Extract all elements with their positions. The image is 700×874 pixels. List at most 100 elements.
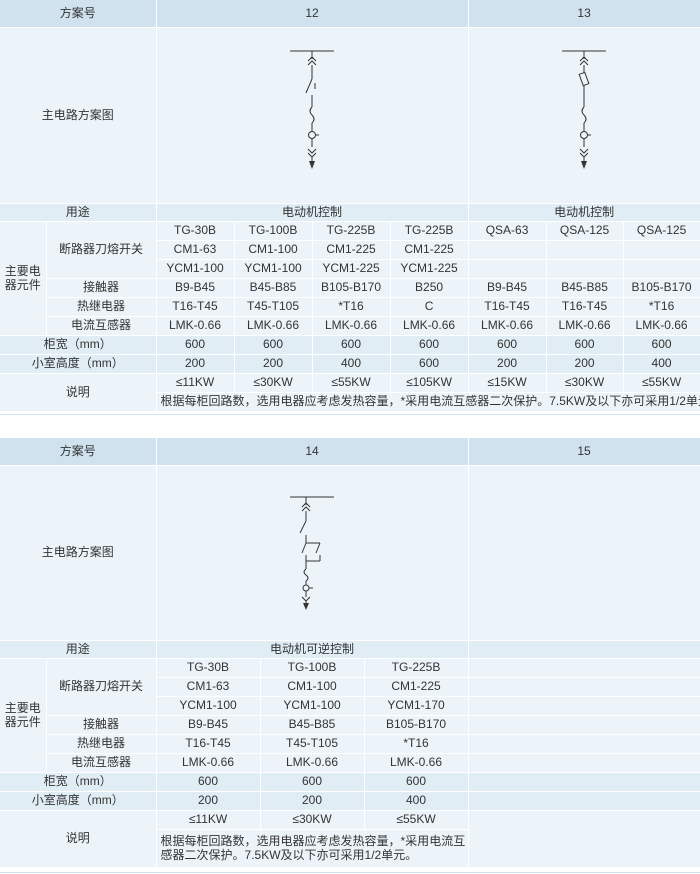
scheme-number: 13 xyxy=(468,0,700,28)
cell: C xyxy=(390,297,469,317)
cell: ≤11KW xyxy=(156,810,261,830)
cell xyxy=(468,810,700,868)
scheme-number: 14 xyxy=(156,438,469,466)
cell: LMK-0.66 xyxy=(234,316,313,336)
height-label: 小室高度（mm） xyxy=(0,354,157,374)
cell: T45-T105 xyxy=(260,734,365,754)
cell: *T16 xyxy=(312,297,391,317)
cell xyxy=(468,715,700,735)
cell: YCM1-225 xyxy=(390,259,469,279)
diagram-label: 主电路方案图 xyxy=(0,465,157,641)
cell xyxy=(623,259,700,279)
cell: CM1-100 xyxy=(260,677,365,697)
cell: 600 xyxy=(364,772,469,792)
cell: 600 xyxy=(234,335,313,355)
cell: B105-B170 xyxy=(623,278,700,298)
cell xyxy=(468,791,700,811)
cell: ≤30KW xyxy=(260,810,365,830)
cell: T16-T45 xyxy=(156,734,261,754)
width-label: 柜宽（mm） xyxy=(0,772,157,792)
bottom-spec-table: 方案号 14 15 主电路方案图 用途 电动机可逆控制 主要电器元件 断路器刀熔… xyxy=(0,438,700,868)
circuit-diagram-15 xyxy=(468,465,700,641)
cell: 400 xyxy=(364,791,469,811)
cell: LMK-0.66 xyxy=(312,316,391,336)
cell: B9-B45 xyxy=(156,715,261,735)
cell: YCM1-170 xyxy=(364,696,469,716)
description-note: 根据每柜回路数，选用电器应考虑发热容量，*采用电流互感器二次保护。7.5KW及以… xyxy=(156,392,700,412)
cell: 600 xyxy=(546,335,624,355)
contactor-label: 接触器 xyxy=(46,278,157,298)
cell: CM1-63 xyxy=(156,240,235,260)
cell: B45-B85 xyxy=(546,278,624,298)
cell: B9-B45 xyxy=(156,278,235,298)
cell: 200 xyxy=(468,354,547,374)
top-spec-table: 方案号 12 13 主电路方案图 用途 电动机控制 电动机控制 主要电器元件 断… xyxy=(0,0,700,412)
cell: ≤55KW xyxy=(364,810,469,830)
contactor-label: 接触器 xyxy=(46,715,157,735)
cell: CM1-225 xyxy=(312,240,391,260)
cell: CM1-225 xyxy=(364,677,469,697)
cell: YCM1-225 xyxy=(312,259,391,279)
cell: 600 xyxy=(156,772,261,792)
cell: TG-225B xyxy=(312,221,391,241)
cell: ≤55KW xyxy=(623,373,700,393)
cell: LMK-0.66 xyxy=(546,316,624,336)
breaker-label: 断路器刀熔开关 xyxy=(46,221,157,279)
cell: B9-B45 xyxy=(468,278,547,298)
cell: ≤30KW xyxy=(234,373,313,393)
cell xyxy=(623,240,700,260)
cell: YCM1-100 xyxy=(156,696,261,716)
cell: 600 xyxy=(312,335,391,355)
cell xyxy=(546,240,624,260)
cell: QSA-63 xyxy=(468,221,547,241)
cell: 600 xyxy=(260,772,365,792)
cell: 600 xyxy=(623,335,700,355)
cell: ≤15KW xyxy=(468,373,547,393)
cell xyxy=(468,734,700,754)
cell: QSA-125 xyxy=(546,221,624,241)
purpose-label: 用途 xyxy=(0,640,157,659)
cell: ≤30KW xyxy=(546,373,624,393)
cell: TG-225B xyxy=(364,658,469,678)
cell: TG-100B xyxy=(234,221,313,241)
circuit-diagram-12 xyxy=(156,27,469,204)
relay-label: 热继电器 xyxy=(46,734,157,754)
cell: CM1-63 xyxy=(156,677,261,697)
cell: *T16 xyxy=(364,734,469,754)
cell: T16-T45 xyxy=(468,297,547,317)
cell xyxy=(468,753,700,773)
cell: B45-B85 xyxy=(234,278,313,298)
cell: B250 xyxy=(390,278,469,298)
cell: T16-T45 xyxy=(546,297,624,317)
circuit-diagram-icon xyxy=(290,496,335,610)
purpose-value: 电动机控制 xyxy=(156,203,469,222)
cell: 400 xyxy=(312,354,391,374)
circuit-diagram-14 xyxy=(156,465,469,641)
description-note: 根据每柜回路数，选用电器应考虑发热容量，*采用电流互感器二次保护。7.5KW及以… xyxy=(156,829,469,868)
cell: *T16 xyxy=(623,297,700,317)
cell xyxy=(468,772,700,792)
scheme-number: 15 xyxy=(468,438,700,466)
cell: 200 xyxy=(156,791,261,811)
cell: LMK-0.66 xyxy=(623,316,700,336)
cell: B45-B85 xyxy=(260,715,365,735)
cell: YCM1-100 xyxy=(260,696,365,716)
cell: TG-225B xyxy=(390,221,469,241)
cell: LMK-0.66 xyxy=(156,753,261,773)
purpose-value: 电动机可逆控制 xyxy=(156,640,469,659)
main-components-label: 主要电器元件 xyxy=(0,221,47,336)
cell: LMK-0.66 xyxy=(260,753,365,773)
diagram-label: 主电路方案图 xyxy=(0,27,157,204)
cell: 200 xyxy=(260,791,365,811)
circuit-diagram-icon xyxy=(290,50,335,169)
cell: 200 xyxy=(234,354,313,374)
cell: CM1-100 xyxy=(234,240,313,260)
circuit-diagram-13 xyxy=(468,27,700,204)
cell: 600 xyxy=(390,335,469,355)
scheme-no-label: 方案号 xyxy=(0,438,157,466)
height-label: 小室高度（mm） xyxy=(0,791,157,811)
cell xyxy=(468,696,700,716)
cell xyxy=(468,240,547,260)
circuit-diagram-icon xyxy=(562,50,607,169)
cell: 600 xyxy=(156,335,235,355)
